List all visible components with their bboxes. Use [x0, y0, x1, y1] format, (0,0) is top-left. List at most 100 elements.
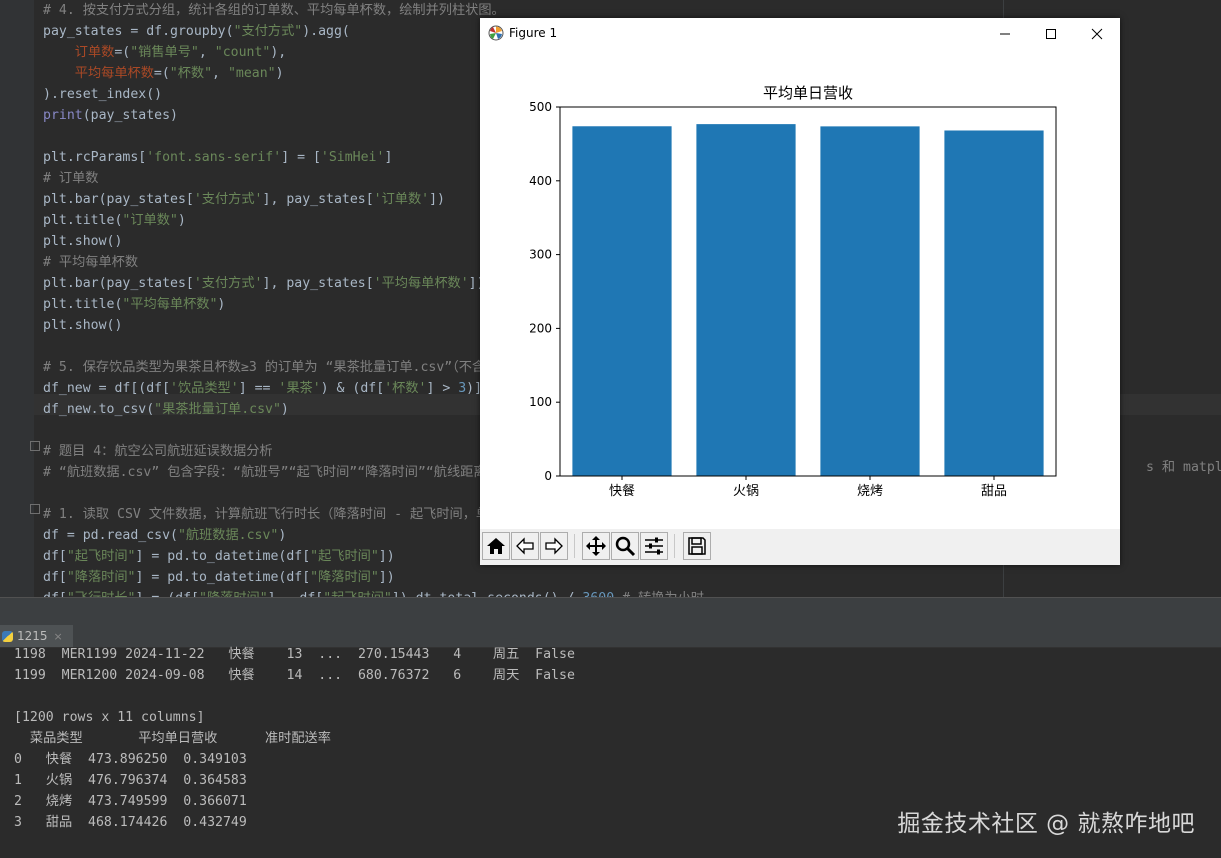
code-token: df[ [43, 570, 67, 585]
chart-title: 平均单日营收 [763, 84, 853, 102]
code-token: ) [217, 297, 226, 312]
code-token: "降落时间" [310, 570, 379, 585]
code-token: df_new = df[(df[ [43, 381, 171, 396]
code-token: ]) [429, 192, 445, 207]
code-token: "果茶批量订单.csv" [154, 402, 281, 417]
code-token: '支付方式' [193, 192, 263, 207]
back-button[interactable] [511, 532, 539, 560]
y-tick-label: 500 [529, 100, 552, 114]
code-token: ] > [426, 381, 459, 396]
code-token: plt.show() [43, 318, 123, 333]
code-token: # 4. 按支付方式分组，统计各组的订单数、平均每单杯数，绘制并列柱状图。 [43, 3, 505, 18]
code-token: '果茶' [278, 381, 321, 396]
code-token: df = pd.read_csv( [43, 528, 178, 543]
fold-marker-icon[interactable] [30, 504, 40, 514]
code-token: =( [114, 45, 131, 60]
plot-canvas[interactable]: 快餐 火锅 烧烤 甜品 0 100 200 300 400 500 平均单日营收 [480, 49, 1120, 529]
close-button[interactable] [1074, 18, 1120, 49]
minimize-icon [1000, 33, 1010, 34]
code-token: ) [280, 402, 289, 417]
code-token: "航班数据.csv" [177, 528, 279, 543]
chart-bar [820, 126, 920, 476]
pan-button[interactable] [582, 532, 610, 560]
code-token: 平均每单杯数 [74, 66, 154, 81]
python-icon [2, 630, 13, 642]
code-token: ]) [378, 549, 395, 564]
truncated-comment-tail: s 和 matplotli [1146, 460, 1221, 475]
chart-bar [696, 124, 796, 477]
code-token: # “航班数据.csv” 包含字段：“航班号”“起飞时间”“降落时间”“航线距离 [43, 465, 487, 480]
console-line: 3 甜品 468.174426 0.432749 [14, 815, 247, 830]
fold-marker-icon[interactable] [30, 441, 40, 451]
code-token: # 5. 保存饮品类型为果茶且杯数≥3 的订单为 “果茶批量订单.csv”（不含 [43, 360, 486, 375]
code-token: # 订单数 [43, 171, 99, 186]
code-token: ) [275, 66, 284, 81]
console-line: 1199 MER1200 2024-09-08 快餐 14 ... 680.76… [14, 668, 575, 683]
zoom-button[interactable] [611, 532, 639, 560]
pan-icon [586, 536, 606, 556]
code-token: "降落时间" [66, 570, 136, 585]
code-token: # 平均每单杯数 [43, 255, 139, 270]
save-icon [688, 537, 706, 555]
code-token: ] = pd.to_datetime(df[ [135, 570, 311, 585]
console-output: 1198 MER1199 2024-11-22 快餐 13 ... 270.15… [14, 644, 575, 833]
configure-subplots-button[interactable] [640, 532, 668, 560]
save-button[interactable] [683, 532, 711, 560]
code-token: "平均每单杯数" [122, 297, 218, 312]
matplotlib-logo-icon [488, 25, 504, 41]
editor-gutter [0, 0, 34, 597]
code-token: ) [278, 528, 287, 543]
code-line: df["降落时间"] = pd.to_datetime(df["降落时间"]) [43, 567, 1221, 588]
code-token: ], pay_states[ [262, 192, 374, 207]
zoom-icon [615, 536, 636, 557]
maximize-button[interactable] [1028, 18, 1074, 49]
code-token: 3 [458, 381, 467, 396]
console-line: [1200 rows x 11 columns] [14, 710, 205, 725]
code-token: ).agg( [302, 24, 350, 39]
code-token: 'SimHei' [320, 150, 385, 165]
y-tick-label: 400 [529, 174, 552, 188]
console-line: 0 快餐 473.896250 0.349103 [14, 752, 247, 767]
code-token: ) & (df[ [320, 381, 385, 396]
code-token: df_new.to_csv( [43, 402, 155, 417]
code-token: '订单数' [373, 192, 430, 207]
figure-toolbar [480, 529, 1120, 565]
code-token: # 1. 读取 CSV 文件数据，计算航班飞行时长（降落时间 - 起飞时间，单 [43, 507, 490, 522]
console-line: 2 烧烤 473.749599 0.366071 [14, 794, 247, 809]
code-token: =( [153, 66, 170, 81]
minimize-button[interactable] [982, 18, 1028, 49]
code-token: "支付方式" [233, 24, 303, 39]
x-tick-label: 快餐 [609, 483, 635, 499]
panel-splitter[interactable] [0, 597, 1221, 626]
code-token: ]) [378, 570, 395, 585]
code-token: '杯数' [384, 381, 427, 396]
toolbar-separator [574, 534, 575, 558]
close-icon[interactable]: × [54, 630, 63, 643]
figure-window[interactable]: Figure 1 快餐 火锅 烧烤 甜品 0 100 200 300 400 500 平均单日营收 [480, 18, 1120, 565]
home-button[interactable] [482, 532, 510, 560]
code-token: 订单数 [74, 45, 115, 60]
code-token: ] = [ [281, 150, 321, 165]
code-token: 'font.sans-serif' [146, 150, 282, 165]
code-token: '支付方式' [193, 276, 263, 291]
console-line: 菜品类型 平均单日营收 准时配送率 [14, 731, 331, 746]
figure-titlebar[interactable]: Figure 1 [480, 18, 1120, 49]
code-token: "销售单号" [130, 45, 199, 60]
chart-bar [944, 130, 1044, 476]
close-icon [1091, 28, 1103, 39]
code-token: ] == [238, 381, 279, 396]
forward-button[interactable] [540, 532, 568, 560]
toolbar-separator [674, 534, 675, 558]
back-icon [516, 537, 534, 555]
code-token: ] = pd.to_datetime(df[ [135, 549, 311, 564]
code-token: "杯数" [169, 66, 213, 81]
code-token: plt.bar(pay_states[ [43, 192, 194, 207]
console-line: 1 火锅 476.796374 0.364583 [14, 773, 247, 788]
code-token: # 题目 4：航空公司航班延误数据分析 [43, 444, 273, 459]
code-token: ], pay_states[ [262, 276, 374, 291]
code-token: "mean" [227, 66, 276, 81]
code-token: "count" [214, 45, 271, 60]
